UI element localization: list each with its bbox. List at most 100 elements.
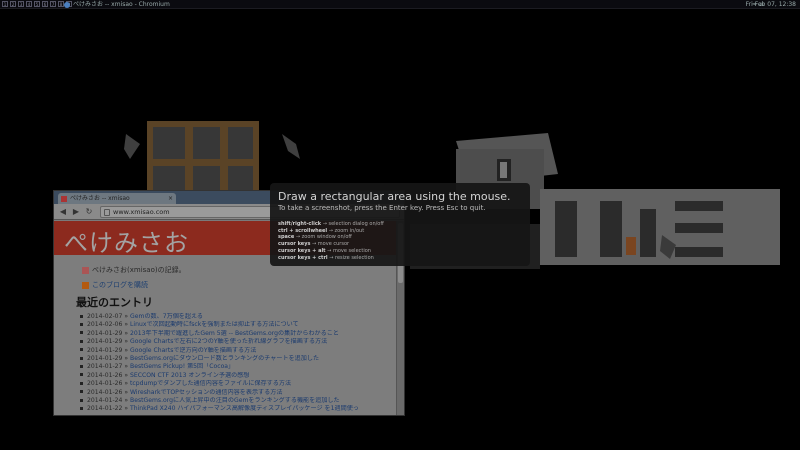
entry-date: 2014-02-07 »	[87, 313, 129, 320]
tab-close-icon[interactable]: ×	[168, 193, 173, 204]
shortcut-key: cursor keys + alt	[278, 247, 326, 254]
address-bar-url: www.xmisao.com	[113, 208, 170, 216]
bullet-icon	[80, 398, 83, 402]
workspace-button[interactable]: 7	[50, 1, 56, 7]
entry-link[interactable]: BestGems Pickup! 第5回「Cocoa」	[130, 363, 234, 370]
list-item: 2014-01-29 » BestGems.orgにダウンロード数とランキングの…	[80, 355, 396, 363]
list-item: 2014-01-26 » tcpdumpでダンプした通信内容をファイルに保存する…	[80, 380, 396, 388]
entry-link[interactable]: WiresharkでTOPセッションの通信内容を表示する方法	[130, 389, 282, 396]
bullet-icon	[80, 339, 83, 343]
workspace-button[interactable]: 1	[2, 1, 8, 7]
bullet-icon	[80, 406, 83, 410]
entry-date: 2014-01-26 »	[87, 371, 129, 379]
tab-title: ぺけみさお -- xmisao	[70, 195, 130, 202]
shortcut-key: cursor keys	[278, 241, 311, 248]
entry-link[interactable]: SECCON CTF 2013 オンライン予選の感想	[130, 372, 249, 379]
list-item: 2014-01-22 » ThinkPad X240 ハイパフォーマンス高解像度…	[80, 405, 396, 413]
list-item: 2014-01-27 » BestGems Pickup! 第5回「Cocoa」	[80, 363, 396, 371]
favicon-icon	[61, 196, 67, 202]
entry-date: 2014-01-22 »	[87, 405, 129, 413]
workspace-button[interactable]: 2	[10, 1, 16, 7]
entry-date: 2014-01-26 »	[87, 380, 129, 388]
shortcut-key: shift/right-click	[278, 221, 322, 227]
shortcut-key: space	[278, 234, 295, 241]
entry-link[interactable]: tcpdumpでダンプした通信内容をファイルに保存する方法	[130, 380, 291, 387]
entry-link[interactable]: Gemの数、7万個を超える	[130, 313, 203, 320]
entry-link[interactable]: Google Chartsで逆方向のY軸を描画する方法	[130, 347, 256, 354]
subscribe-link[interactable]: このブログを購読	[82, 280, 148, 290]
screenshot-help-overlay: Draw a rectangular area using the mouse.…	[270, 183, 530, 266]
list-item: 2014-01-29 » 2013年下半期で躍進したGem 5選 -- Best…	[80, 330, 396, 338]
entry-date: 2014-01-24 »	[87, 397, 129, 405]
bullet-icon	[80, 356, 83, 360]
shortcut-action: → zoom in/out	[328, 227, 365, 234]
list-item: 2014-01-29 » Google Chartsで左右に2つのY軸を使った折…	[80, 338, 396, 346]
taskbar-item[interactable]: ぺけみさお -- xmisao - Chromium	[64, 0, 170, 9]
bullet-icon	[80, 373, 83, 377]
entry-link[interactable]: ThinkPad X240 ハイパフォーマンス高解像度ディスプレイパッケージ を…	[130, 405, 359, 412]
entry-date: 2014-02-06 »	[87, 321, 129, 329]
entry-link[interactable]: BestGems.orgに人気上昇中の注目のGemをランキングする機能を追加した	[130, 397, 340, 404]
shortcut-item: cursor keys + ctrl → resize selection	[278, 255, 384, 262]
browser-tab[interactable]: ぺけみさお -- xmisao ×	[58, 193, 176, 204]
shortcut-item: cursor keys → move cursor	[278, 241, 384, 248]
entry-date: 2014-01-29 »	[87, 338, 129, 346]
entry-list: 2014-02-07 » Gemの数、7万個を超える 2014-02-06 » L…	[80, 313, 396, 414]
panel-clock[interactable]: Fri Feb 07, 12:38	[746, 0, 796, 9]
top-panel: 123456789 ぺけみさお -- xmisao - Chromium ≈ ≡…	[0, 0, 800, 9]
profile-line: ぺけみさお(xmisao)の記録。	[82, 265, 186, 275]
workspace-button[interactable]: 5	[34, 1, 40, 7]
entry-date: 2014-01-27 »	[87, 363, 129, 371]
wallpaper-logo-letters	[540, 189, 780, 265]
profile-text[interactable]: ぺけみさお(xmisao)の記録。	[92, 265, 186, 275]
shortcut-action: → move selection	[327, 247, 371, 254]
reload-button[interactable]: ↻	[84, 207, 94, 217]
shortcut-item: shift/right-click → selection dialog on/…	[278, 221, 384, 228]
entry-link[interactable]: 2013年下半期で躍進したGem 5選 -- BestGems.orgの集計から…	[130, 330, 339, 337]
forward-button[interactable]: ▶	[71, 207, 81, 217]
entry-link[interactable]: Google Chartsで左右に2つのY軸を使った折れ線グラフを描画する方法	[130, 338, 327, 345]
bullet-icon	[80, 348, 83, 352]
workspace-button[interactable]: 6	[42, 1, 48, 7]
shortcut-action: → resize selection	[329, 254, 374, 261]
list-item: 2014-02-06 » Linuxで次回起動時にfsckを強制または抑止する方…	[80, 321, 396, 329]
section-heading: 最近のエントリ	[76, 296, 153, 309]
overlay-subtitle: To take a screenshot, press the Enter ke…	[278, 204, 486, 212]
list-item: 2014-01-26 » WiresharkでTOPセッションの通信内容を表示す…	[80, 389, 396, 397]
shortcut-key: ctrl + scrollwheel	[278, 227, 328, 234]
shortcut-item: cursor keys + alt → move selection	[278, 248, 384, 255]
entry-date: 2014-01-29 »	[87, 346, 129, 354]
rss-icon	[82, 281, 89, 289]
entry-date: 2014-01-29 »	[87, 355, 129, 363]
subscribe-text: このブログを購読	[92, 281, 148, 289]
site-title[interactable]: ぺけみさお	[64, 223, 189, 258]
shortcut-action: → selection dialog on/off	[322, 221, 384, 227]
avatar	[82, 266, 89, 274]
bullet-icon	[80, 381, 83, 385]
back-button[interactable]: ◀	[58, 207, 68, 217]
taskbar-item-title: ぺけみさお -- xmisao - Chromium	[73, 1, 170, 8]
workspace-switcher[interactable]: 123456789	[2, 1, 72, 7]
workspace-button[interactable]: 3	[18, 1, 24, 7]
shortcut-list: shift/right-click → selection dialog on/…	[278, 221, 384, 261]
shortcut-action: → zoom window on/off	[295, 234, 352, 241]
shortcut-item: ctrl + scrollwheel → zoom in/out	[278, 228, 384, 235]
page-icon	[104, 209, 110, 216]
chromium-icon	[64, 1, 70, 8]
bullet-icon	[80, 314, 83, 318]
shortcut-key: cursor keys + ctrl	[278, 254, 328, 261]
bullet-icon	[80, 364, 83, 368]
overlay-title: Draw a rectangular area using the mouse.	[278, 190, 511, 203]
bullet-icon	[80, 331, 83, 335]
bullet-icon	[80, 390, 83, 394]
entry-date: 2014-01-26 »	[87, 388, 129, 396]
list-item: 2014-02-07 » Gemの数、7万個を超える	[80, 313, 396, 321]
list-item: 2014-01-29 » Google Chartsで逆方向のY軸を描画する方法	[80, 347, 396, 355]
workspace-button[interactable]: 4	[26, 1, 32, 7]
shortcut-item: space → zoom window on/off	[278, 234, 384, 241]
list-item: 2014-01-26 » SECCON CTF 2013 オンライン予選の感想	[80, 372, 396, 380]
entry-link[interactable]: BestGems.orgにダウンロード数とランキングのチャートを追加した	[130, 355, 319, 362]
entry-link[interactable]: Linuxで次回起動時にfsckを強制または抑止する方法について	[130, 321, 299, 328]
entry-date: 2014-01-29 »	[87, 329, 129, 337]
list-item: 2014-01-24 » BestGems.orgに人気上昇中の注目のGemをラ…	[80, 397, 396, 405]
